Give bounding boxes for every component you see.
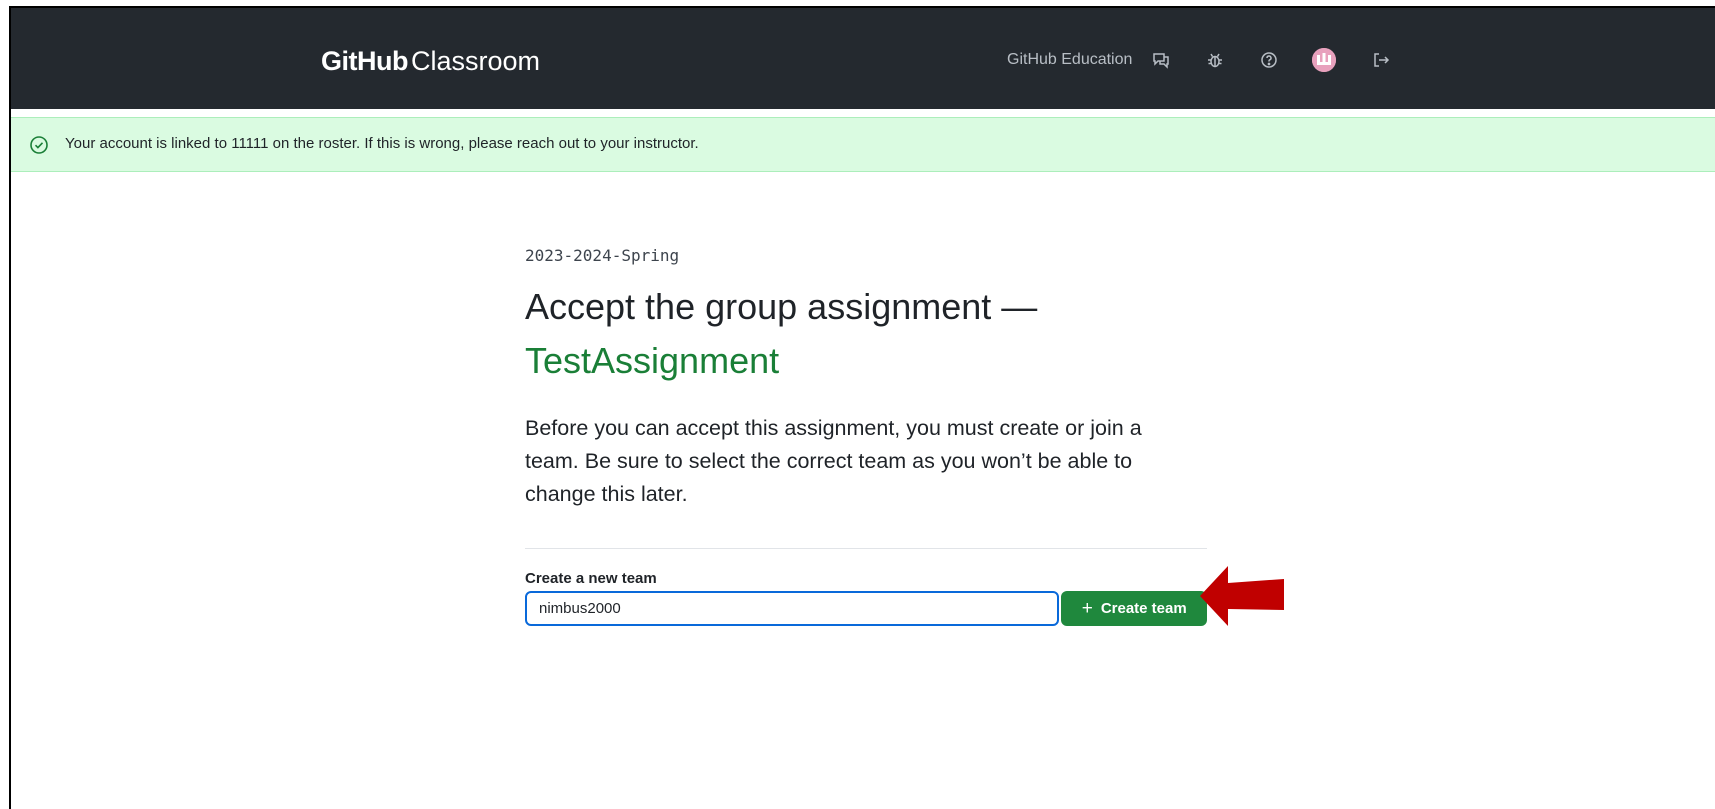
bug-icon[interactable] [1204, 49, 1226, 71]
team-name-input[interactable] [525, 591, 1060, 626]
annotation-arrow-icon [1200, 566, 1284, 626]
github-education-link[interactable]: GitHub Education [1007, 51, 1132, 69]
create-team-label: Create a new team [525, 570, 657, 587]
check-circle-icon [29, 135, 49, 155]
title-prefix: Accept the group assignment — [525, 286, 1038, 327]
header-nav: GitHub Education [1007, 48, 1424, 72]
assignment-name: TestAssignment [525, 340, 780, 381]
brand-github: GitHub [321, 46, 408, 76]
app-header: GitHub Classroom GitHub Education [11, 8, 1715, 109]
sign-out-icon[interactable] [1370, 49, 1392, 71]
page-title: Accept the group assignment — TestAssign… [525, 280, 1207, 388]
accept-assignment-panel: 2023-2024-Spring Accept the group assign… [525, 246, 1207, 626]
create-team-button-label: Create team [1100, 600, 1187, 617]
divider [525, 548, 1207, 549]
create-team-button[interactable]: + Create team [1061, 591, 1207, 626]
team-instructions: Before you can accept this assignment, y… [525, 416, 1142, 506]
brand-classroom: Classroom [410, 46, 541, 76]
brand-logo[interactable]: GitHub Classroom [321, 44, 540, 78]
roster-linked-banner: Your account is linked to 11111 on the r… [11, 117, 1715, 172]
plus-icon: + [1081, 598, 1093, 619]
banner-message: Your account is linked to 11111 on the r… [65, 135, 699, 152]
help-icon[interactable] [1258, 49, 1280, 71]
classroom-name: 2023-2024-Spring [525, 246, 680, 265]
browser-viewport: GitHub Classroom GitHub Education Your a… [9, 6, 1715, 809]
create-team-form: + Create team [525, 591, 1207, 626]
avatar[interactable] [1312, 48, 1337, 72]
feedback-icon[interactable] [1150, 49, 1172, 71]
